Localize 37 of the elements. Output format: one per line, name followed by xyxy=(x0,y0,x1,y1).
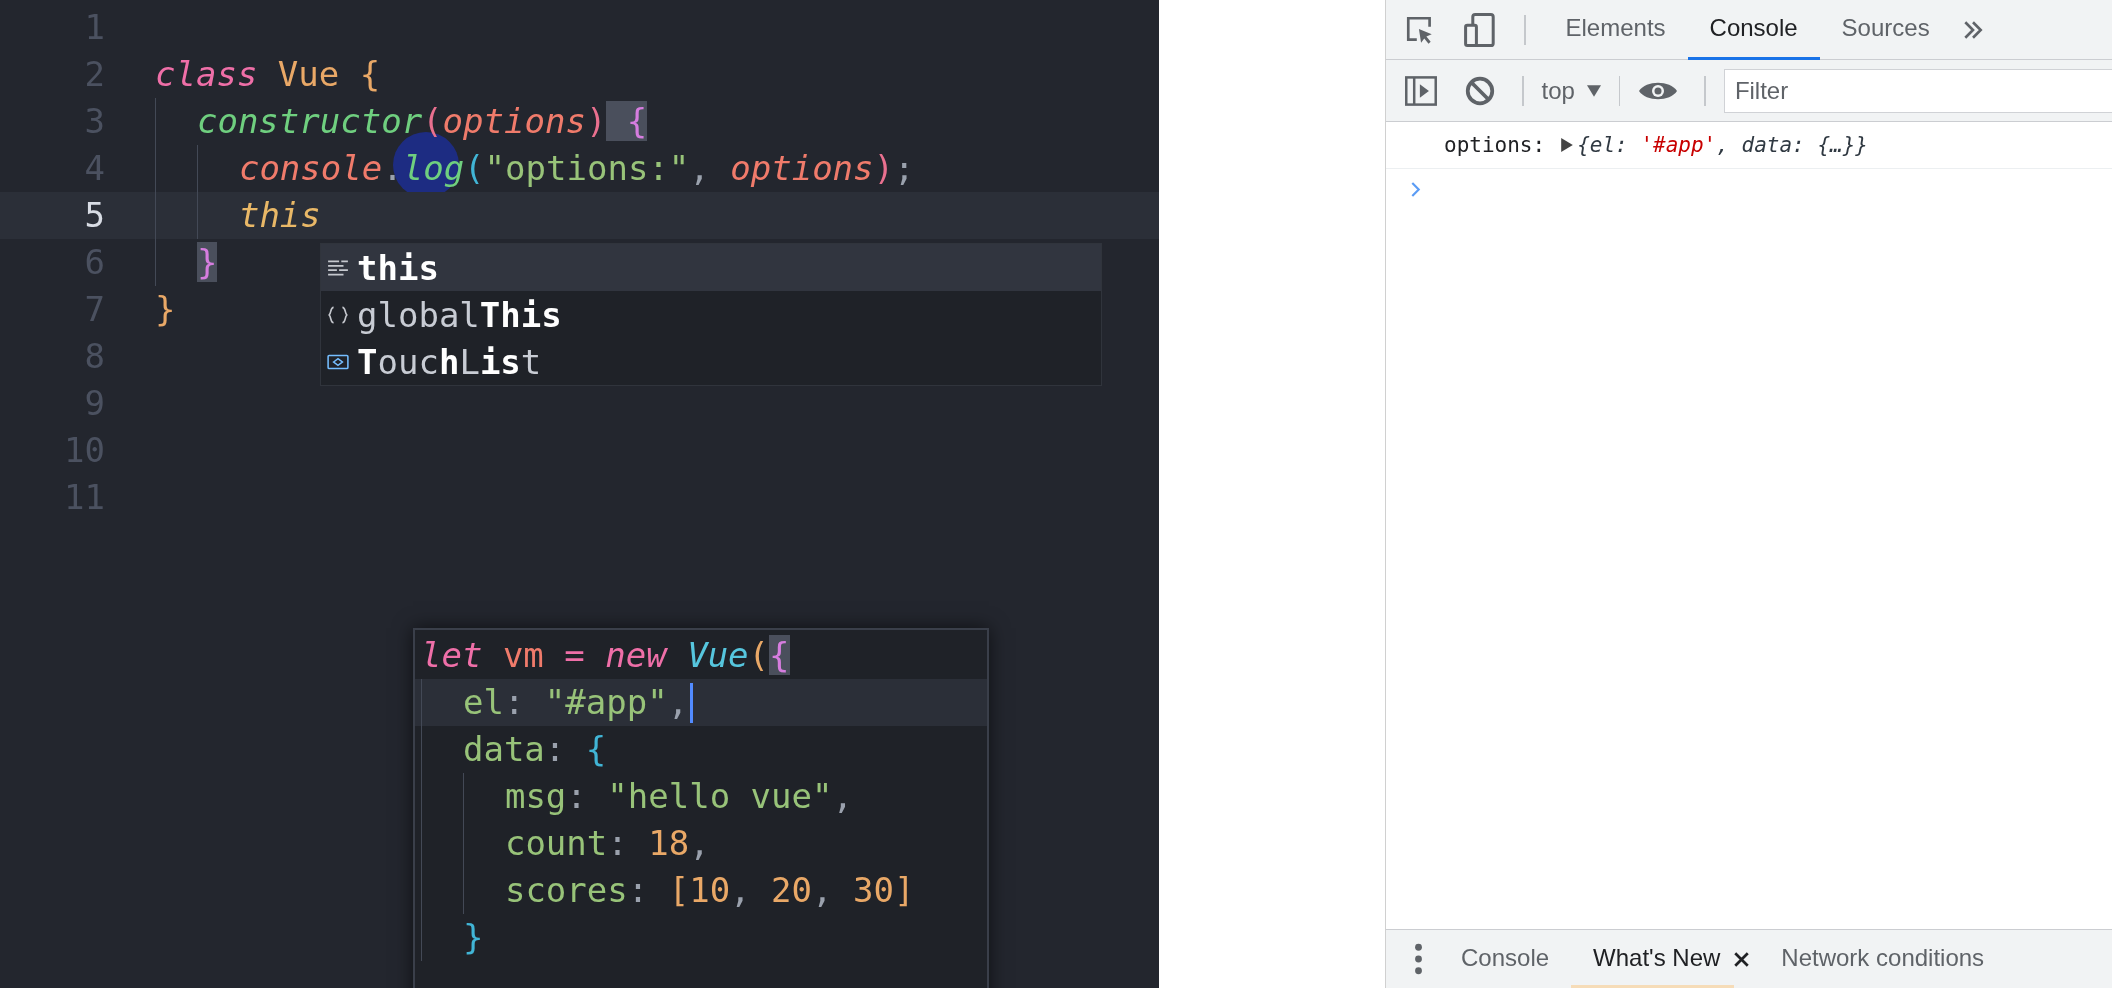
drawer-menu-icon[interactable] xyxy=(1414,943,1423,975)
code-line: } xyxy=(155,288,176,331)
code-line: let vm = new Vue({ xyxy=(421,634,790,677)
drawer-tab[interactable]: Console xyxy=(1439,930,1572,988)
text-caret xyxy=(690,682,694,723)
cube-icon xyxy=(327,352,349,371)
devtools-tab[interactable]: Sources xyxy=(1819,0,1952,60)
code-line: } xyxy=(155,239,218,286)
filter-field[interactable]: Filter xyxy=(1723,68,2112,113)
braces-icon xyxy=(327,305,349,324)
code-line: data: { xyxy=(421,726,607,773)
code-line: count: 18, xyxy=(421,820,710,867)
device-icon[interactable] xyxy=(1462,11,1498,48)
expand-triangle-icon[interactable] xyxy=(1561,138,1574,152)
code-line: msg: "hello vue", xyxy=(421,773,853,820)
log-label: options: xyxy=(1444,133,1546,157)
code-line: constructor(options) { xyxy=(155,98,648,145)
prompt-chevron-icon xyxy=(1410,181,1421,197)
keyword-icon xyxy=(327,258,349,277)
log-object: {el: '#app', data: {…}} xyxy=(1577,133,1868,157)
drawer-tab[interactable]: What's New xyxy=(1571,930,1735,988)
suggestion-item[interactable]: globalThis xyxy=(321,291,1101,338)
line-number: 5 xyxy=(83,194,105,237)
clear-console-icon[interactable] xyxy=(1464,74,1496,107)
code-line: } xyxy=(421,914,484,961)
suggestion-item[interactable]: TouchList xyxy=(321,338,1101,385)
drawer-tab[interactable]: Network conditions xyxy=(1759,930,2007,988)
sidebar-toggle-icon[interactable] xyxy=(1404,73,1438,108)
devtools-tab[interactable]: Elements xyxy=(1543,0,1688,60)
code-line: el: "#app", xyxy=(421,679,689,726)
context-dropdown[interactable]: top xyxy=(1541,76,1619,105)
suggestion-item[interactable]: this xyxy=(321,244,1101,291)
code-line: scores: [10, 20, 30] xyxy=(421,867,915,914)
code-line: this xyxy=(155,192,321,239)
caret-icon xyxy=(1586,84,1601,97)
code-line: class Vue { xyxy=(155,53,381,96)
close-icon[interactable] xyxy=(1734,951,1750,967)
